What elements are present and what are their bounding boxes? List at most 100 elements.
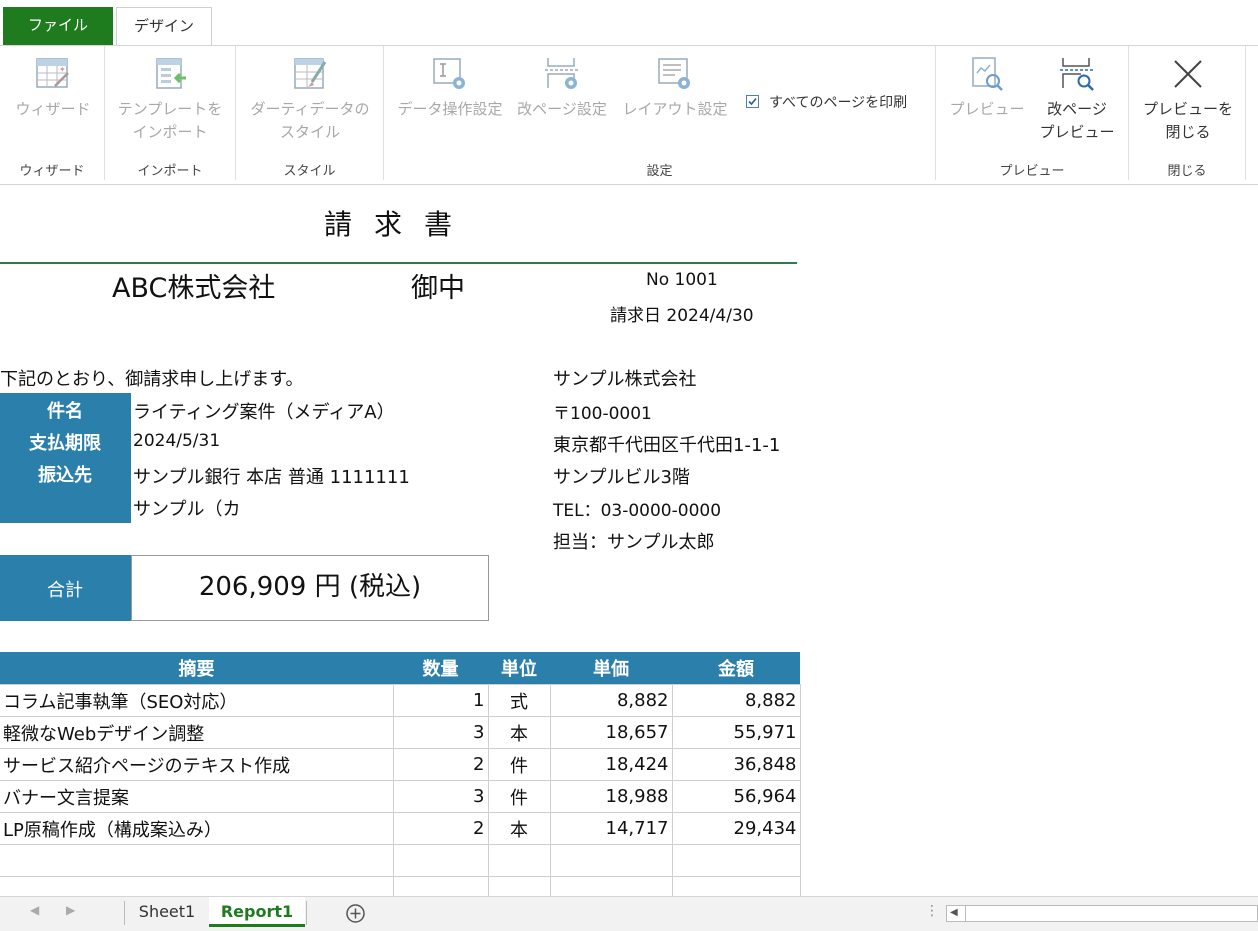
sheet-tab-sheet1[interactable]: Sheet1 [126, 897, 208, 927]
cell-amount: 56,964 [671, 780, 801, 813]
invoice-title: 請求書 [324, 208, 475, 241]
subject-value: ライティング案件（メディアA） [133, 402, 395, 423]
preview-label: プレビュー [949, 100, 1025, 118]
invoice-number: No 1001 [646, 270, 718, 290]
cell-amount: 55,971 [671, 716, 801, 749]
group-label-close: 閉じる [1167, 164, 1207, 179]
sheet-tab-report1[interactable]: Report1 [209, 897, 305, 927]
ribbon: ✦ ウィザード ウィザード テンプレートを インポート インポート ダーティデー… [0, 45, 1258, 185]
horizontal-scrollbar[interactable]: ◀ [946, 905, 1258, 922]
header-unit: 単位 [488, 652, 550, 685]
cell-description: サービス紹介ページのテキスト作成 [0, 748, 394, 781]
dirty-data-style-label-1: ダーティデータの [250, 100, 370, 118]
import-template-button[interactable]: テンプレートを インポート [110, 56, 230, 144]
cell-unit-price: 14,717 [549, 812, 673, 845]
page-break-settings-button[interactable]: 改ページ設定 [512, 56, 612, 121]
scroll-tab-left-icon[interactable]: ◀ [30, 903, 39, 917]
preview-button[interactable]: プレビュー [944, 56, 1030, 121]
import-template-icon [156, 58, 186, 89]
close-preview-button[interactable]: プレビューを 閉じる [1136, 56, 1240, 144]
cell-description: LP原稿作成（構成案込み） [0, 812, 394, 845]
group-label-preview: プレビュー [999, 164, 1065, 179]
table-row: バナー文言提案 3 件 18,988 56,964 [0, 780, 801, 813]
table-row: LP原稿作成（構成案込み） 2 本 14,717 29,434 [0, 812, 801, 845]
cell-unit-price: 8,882 [549, 684, 673, 717]
table-header-row: 摘要 数量 単位 単価 金額 [0, 652, 800, 685]
print-all-pages-checkbox[interactable]: すべてのページを印刷 [746, 92, 907, 112]
layout-settings-button[interactable]: レイアウト設定 [616, 56, 734, 121]
header-unit-price: 単価 [550, 652, 672, 685]
header-amount: 金額 [672, 652, 800, 685]
page-break-settings-label: 改ページ設定 [517, 100, 607, 118]
layout-settings-icon [658, 58, 690, 89]
page-break-preview-icon [1060, 58, 1094, 91]
label-due: 支払期限 [29, 433, 101, 454]
cell-description: コラム記事執筆（SEO対応） [0, 684, 394, 717]
due-value: 2024/5/31 [133, 431, 221, 451]
group-label-style: スタイル [283, 164, 336, 179]
cell-amount: 36,848 [671, 748, 801, 781]
cell-description: バナー文言提案 [0, 780, 394, 813]
close-preview-label-2: 閉じる [1165, 123, 1211, 141]
dirty-data-style-button[interactable]: ダーティデータの スタイル [244, 56, 376, 144]
sheet-tab-bar: ◀ ▶ Sheet1 Report1 ⋮ ◀ [0, 896, 1258, 931]
add-sheet-icon[interactable] [345, 903, 366, 924]
title-underline [0, 262, 797, 264]
dirty-data-style-icon [294, 58, 327, 89]
page-break-preview-button[interactable]: 改ページ プレビュー [1034, 56, 1120, 144]
issuer-company: サンプル株式会社 [553, 369, 697, 390]
scroll-tab-right-icon[interactable]: ▶ [66, 903, 75, 917]
client-name: ABC株式会社 [112, 273, 276, 304]
header-quantity: 数量 [393, 652, 488, 685]
cell-amount: 29,434 [671, 812, 801, 845]
splitter-handle-icon[interactable]: ⋮ [925, 903, 939, 919]
cell-unit: 件 [487, 748, 551, 781]
table-row: 軽微なWebデザイン調整 3 本 18,657 55,971 [0, 716, 801, 749]
header-description: 摘要 [0, 652, 393, 685]
data-operation-settings-label: データ操作設定 [397, 100, 503, 118]
table-row: サービス紹介ページのテキスト作成 2 件 18,424 36,848 [0, 748, 801, 781]
total-amount: 206,909 円 (税込) [131, 555, 489, 621]
cell-unit-price: 18,657 [549, 716, 673, 749]
wizard-icon: ✦ [36, 58, 69, 88]
data-settings-icon [433, 58, 465, 89]
bank-value-line2: サンプル（カ [133, 499, 241, 520]
layout-settings-label: レイアウト設定 [622, 100, 728, 118]
cell-quantity: 2 [392, 812, 489, 845]
bank-value-line1: サンプル銀行 本店 普通 1111111 [133, 467, 410, 488]
data-operation-settings-button[interactable]: データ操作設定 [392, 56, 508, 121]
page-break-preview-label-1: 改ページ [1047, 100, 1107, 118]
cell-unit-price: 18,424 [549, 748, 673, 781]
scroll-left-icon[interactable]: ◀ [950, 907, 958, 918]
page-break-preview-label-2: プレビュー [1039, 123, 1115, 141]
cell-unit-price: 18,988 [549, 780, 673, 813]
ribbon-tab-bar: ファイル デザイン [0, 0, 1258, 46]
wizard-button[interactable]: ✦ ウィザード [8, 56, 98, 121]
client-honorific: 御中 [411, 273, 465, 304]
cell-unit: 式 [487, 684, 551, 717]
invoice-detail-table: 摘要 数量 単位 単価 金額 コラム記事執筆（SEO対応） 1 式 8,882 … [0, 652, 801, 909]
wizard-label: ウィザード [15, 100, 91, 118]
cell-quantity: 1 [392, 684, 489, 717]
label-bank: 振込先 [38, 465, 92, 486]
tab-file[interactable]: ファイル [3, 7, 113, 45]
checkbox-checked-icon [746, 95, 759, 108]
invoice-date: 請求日 2024/4/30 [610, 306, 754, 326]
group-label-import: インポート [137, 164, 203, 179]
label-subject: 件名 [47, 401, 83, 422]
issuer-contact: 担当：サンプル太郎 [553, 532, 715, 553]
import-template-label-2: インポート [132, 123, 208, 141]
cell-unit: 本 [487, 812, 551, 845]
cell-unit: 本 [487, 716, 551, 749]
issuer-address: 東京都千代田区千代田1-1-1 [553, 435, 781, 456]
svg-text:✦: ✦ [59, 65, 66, 74]
cell-unit: 件 [487, 780, 551, 813]
dirty-data-style-label-2: スタイル [279, 123, 340, 141]
group-label-wizard: ウィザード [19, 164, 85, 179]
cell-amount: 8,882 [671, 684, 801, 717]
close-icon [1174, 60, 1202, 88]
group-label-settings: 設定 [646, 164, 673, 179]
label-total: 合計 [47, 580, 83, 601]
tab-design[interactable]: デザイン [116, 7, 212, 46]
table-row-empty [0, 844, 801, 877]
